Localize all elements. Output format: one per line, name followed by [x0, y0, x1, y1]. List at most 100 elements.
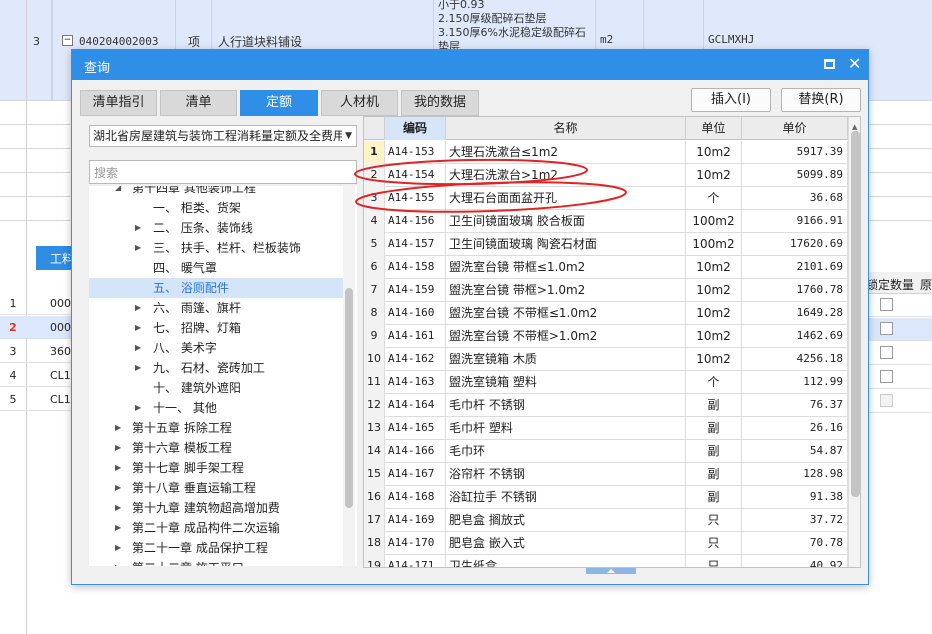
- cell-price: 54.87: [742, 440, 848, 463]
- close-icon[interactable]: ✕: [848, 55, 861, 73]
- table-row[interactable]: 9 A14-161 盥洗室台镜 不带框>1.0m2 10m2 1462.69: [364, 325, 848, 348]
- table-row[interactable]: 3 360: [0, 340, 76, 363]
- caret-right-icon[interactable]: ▶: [135, 298, 141, 318]
- tree-item[interactable]: ▶ 第二十一章 成品保护工程: [89, 538, 343, 558]
- panel-splitter-grip[interactable]: [586, 568, 636, 574]
- tree-item[interactable]: ▶ 六、 雨篷、旗杆: [89, 298, 343, 318]
- table-row[interactable]: 19 A14-171 卫生纸盒只 40.92: [364, 555, 848, 567]
- price-header[interactable]: 单价: [742, 117, 848, 140]
- table-row[interactable]: 5 CL1: [0, 388, 76, 411]
- tree-item[interactable]: ▶ 七、 招牌、灯箱: [89, 318, 343, 338]
- table-row[interactable]: 4 A14-156 卫生间镜面玻璃 胶合板面 100m2 9166.91: [364, 210, 848, 233]
- tree-item[interactable]: ▶ 第二十二章 施工平口: [89, 558, 343, 566]
- cell-name: 毛巾杆 塑料: [446, 417, 686, 440]
- table-row[interactable]: 1 000: [0, 292, 76, 315]
- caret-right-icon[interactable]: ▶: [115, 438, 121, 458]
- tree-item-label: 第十九章 建筑物超高增加费: [132, 501, 280, 515]
- caret-right-icon[interactable]: ▶: [135, 358, 141, 378]
- dialog-titlebar[interactable]: 查询 ✕: [72, 50, 868, 80]
- maximize-icon[interactable]: [824, 59, 835, 69]
- table-row[interactable]: 12 A14-164 毛巾杆 不锈钢副 76.37: [364, 394, 848, 417]
- caret-right-icon[interactable]: ▶: [115, 498, 121, 518]
- code-header[interactable]: 编码: [385, 117, 446, 140]
- table-row[interactable]: 11 A14-163 盥洗室镜箱 塑料个 112.99: [364, 371, 848, 394]
- table-row[interactable]: 7 A14-159 盥洗室台镜 带框>1.0m2 10m2 1760.78: [364, 279, 848, 302]
- quota-library-select[interactable]: 湖北省房屋建筑与装饰工程消耗量定额及全费用 ▼: [89, 125, 357, 147]
- tree-item[interactable]: ▶ 第十九章 建筑物超高增加费: [89, 498, 343, 518]
- tree-item[interactable]: ▶ 第十五章 拆除工程: [89, 418, 343, 438]
- table-row[interactable]: 5 A14-157 卫生间镜面玻璃 陶瓷石材面 100m2 17620.69: [364, 233, 848, 256]
- search-input[interactable]: 搜索: [89, 160, 357, 184]
- tree-item[interactable]: 一、 柜类、货架: [89, 198, 343, 218]
- caret-right-icon[interactable]: ▶: [135, 218, 141, 238]
- caret-right-icon[interactable]: ▶: [115, 478, 121, 498]
- table-row[interactable]: 8 A14-160 盥洗室台镜 不带框≤1.0m2 10m2 1649.28: [364, 302, 848, 325]
- lock-checkbox[interactable]: [880, 346, 893, 359]
- insert-button[interactable]: 插入(I): [691, 88, 771, 112]
- tree-item[interactable]: ▶ 第十七章 脚手架工程: [89, 458, 343, 478]
- caret-right-icon[interactable]: ▶: [115, 418, 121, 438]
- table-row[interactable]: 6 A14-158 盥洗室台镜 带框≤1.0m2 10m2 2101.69: [364, 256, 848, 279]
- tree-item-label: 五、 浴厕配件: [153, 281, 229, 295]
- tab-list-guide[interactable]: 清单指引: [80, 90, 157, 116]
- tab-my-data[interactable]: 我的数据: [401, 90, 479, 116]
- caret-right-icon[interactable]: ▶: [115, 458, 121, 478]
- caret-right-icon[interactable]: ▶: [135, 238, 141, 258]
- bg-tab-materials[interactable]: 工料: [36, 246, 76, 270]
- tab-quota[interactable]: 定额: [240, 90, 318, 116]
- cell-unit: 副: [686, 440, 742, 463]
- lock-checkbox[interactable]: [880, 298, 893, 311]
- replace-button[interactable]: 替换(R): [781, 88, 861, 112]
- caret-right-icon[interactable]: ▶: [135, 338, 141, 358]
- tree-item[interactable]: ▶ 第十八章 垂直运输工程: [89, 478, 343, 498]
- grid-scrollbar[interactable]: ▲: [848, 117, 860, 567]
- caret-right-icon[interactable]: ▶: [135, 318, 141, 338]
- table-row[interactable]: 16 A14-168 浴缸拉手 不锈钢副 91.38: [364, 486, 848, 509]
- scrollbar-thumb[interactable]: [345, 288, 353, 508]
- tree-item[interactable]: ◢ 第十四章 其他装饰工程: [89, 186, 343, 198]
- tree-item[interactable]: ▶ 十一、 其他: [89, 398, 343, 418]
- cell-name: 肥皂盒 搁放式: [446, 509, 686, 532]
- scrollbar-thumb[interactable]: [851, 131, 860, 497]
- collapse-icon[interactable]: −: [62, 35, 73, 46]
- table-row[interactable]: 14 A14-166 毛巾环副 54.87: [364, 440, 848, 463]
- table-row[interactable]: 18 A14-170 肥皂盒 嵌入式只 70.78: [364, 532, 848, 555]
- table-row[interactable]: 10 A14-162 盥洗室镜箱 木质 10m2 4256.18: [364, 348, 848, 371]
- tree-item[interactable]: 十、 建筑外遮阳: [89, 378, 343, 398]
- unit-header[interactable]: 单位: [686, 117, 742, 140]
- table-row[interactable]: 2 000: [0, 316, 76, 339]
- tab-labor-material[interactable]: 人材机: [321, 90, 398, 116]
- tree-item[interactable]: ▶ 九、 石材、瓷砖加工: [89, 358, 343, 378]
- cell-price: 112.99: [742, 371, 848, 394]
- tree-item[interactable]: 五、 浴厕配件: [89, 278, 343, 298]
- table-row[interactable]: 2 A14-154 大理石洗漱台>1m2 10m2 5099.89: [364, 164, 848, 187]
- tree-item[interactable]: ▶ 第十六章 模板工程: [89, 438, 343, 458]
- table-row[interactable]: 4 CL1: [0, 364, 76, 387]
- tree-item-label: 十一、 其他: [153, 401, 217, 415]
- tree-scrollbar[interactable]: [343, 186, 355, 566]
- table-row[interactable]: 3 A14-155 大理石台面面盆开孔个 36.68: [364, 187, 848, 210]
- table-row[interactable]: 17 A14-169 肥皂盒 搁放式只 37.72: [364, 509, 848, 532]
- original-header: 原: [920, 278, 932, 292]
- table-row[interactable]: 13 A14-165 毛巾杆 塑料副 26.16: [364, 417, 848, 440]
- scroll-up-icon[interactable]: ▲: [852, 123, 857, 131]
- tree-item[interactable]: ▶ 三、 扶手、栏杆、栏板装饰: [89, 238, 343, 258]
- caret-right-icon[interactable]: ▶: [115, 558, 121, 566]
- table-row[interactable]: 15 A14-167 浴帘杆 不锈钢副 128.98: [364, 463, 848, 486]
- tree-item[interactable]: ▶ 第二十章 成品构件二次运输: [89, 518, 343, 538]
- table-row[interactable]: 1 A14-153 大理石洗漱台≤1m2 10m2 5917.39: [364, 141, 848, 164]
- lock-checkbox[interactable]: [880, 370, 893, 383]
- caret-right-icon[interactable]: ▶: [115, 518, 121, 538]
- name-header[interactable]: 名称: [446, 117, 686, 140]
- tree-item[interactable]: 四、 暖气罩: [89, 258, 343, 278]
- table-row: [866, 294, 932, 317]
- lock-checkbox[interactable]: [880, 322, 893, 335]
- caret-down-icon[interactable]: ◢: [115, 186, 121, 198]
- tree-item[interactable]: ▶ 八、 美术字: [89, 338, 343, 358]
- cell-unit: 只: [686, 555, 742, 567]
- caret-right-icon[interactable]: ▶: [135, 398, 141, 418]
- caret-right-icon[interactable]: ▶: [115, 538, 121, 558]
- tree-item[interactable]: ▶ 二、 压条、装饰线: [89, 218, 343, 238]
- tab-list[interactable]: 清单: [160, 90, 237, 116]
- cell-unit: 10m2: [686, 302, 742, 325]
